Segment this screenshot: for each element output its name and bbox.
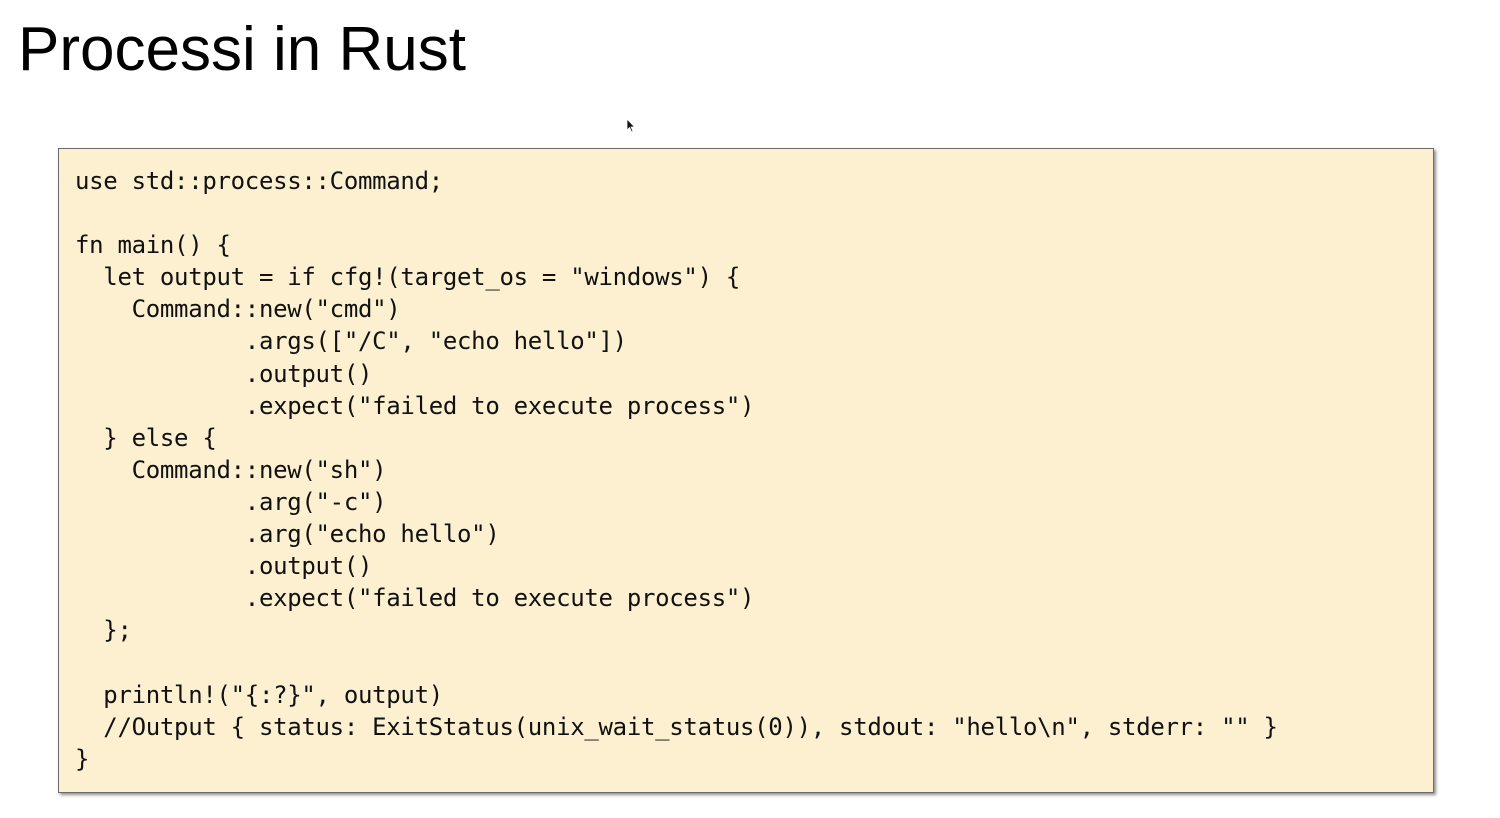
code-line: .args(["/C", "echo hello"]) bbox=[75, 327, 627, 356]
code-line: Command::new("sh") bbox=[75, 455, 387, 484]
slide-title: Processi in Rust bbox=[18, 15, 466, 84]
code-lines: use std::process::Command; fn main() { l… bbox=[75, 165, 1278, 775]
code-line: .arg("echo hello") bbox=[75, 520, 500, 549]
code-line: Command::new("cmd") bbox=[75, 295, 401, 324]
mouse-pointer-icon bbox=[626, 118, 636, 133]
code-block: use std::process::Command; fn main() { l… bbox=[58, 148, 1434, 793]
code-line: } bbox=[75, 744, 90, 773]
code-line: }; bbox=[75, 616, 132, 645]
code-line: fn main() { bbox=[75, 231, 231, 260]
code-line: .arg("-c") bbox=[75, 487, 387, 516]
code-line: .expect("failed to execute process") bbox=[75, 584, 755, 613]
code-line: } else { bbox=[75, 423, 217, 452]
code-line: println!("{:?}", output) bbox=[75, 680, 443, 709]
code-line: .output() bbox=[75, 359, 373, 388]
code-line: .output() bbox=[75, 552, 373, 581]
code-line: let output = if cfg!(target_os = "window… bbox=[75, 263, 741, 292]
code-line: .expect("failed to execute process") bbox=[75, 391, 755, 420]
code-line: //Output { status: ExitStatus(unix_wait_… bbox=[75, 712, 1278, 741]
code-line: use std::process::Command; bbox=[75, 167, 443, 195]
